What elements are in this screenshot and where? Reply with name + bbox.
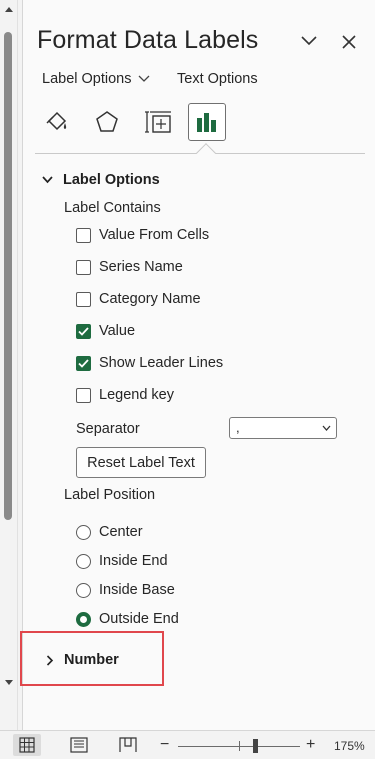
status-bar: − + 175%: [0, 730, 375, 759]
bar-chart-icon: [197, 113, 216, 132]
zoom-out-button[interactable]: −: [160, 736, 169, 754]
radio-label: Inside End: [99, 553, 168, 569]
number-section-header-text: Number: [64, 652, 119, 668]
page-break-preview-button[interactable]: [114, 734, 142, 756]
checkbox-series-name[interactable]: Series Name: [76, 259, 183, 275]
pane-title: Format Data Labels: [37, 26, 259, 54]
zoom-level[interactable]: 175%: [334, 739, 365, 753]
label-options-header[interactable]: Label Options: [42, 172, 160, 188]
chevron-down-icon: [139, 75, 150, 82]
checkmark-icon: [78, 326, 89, 336]
checkbox[interactable]: [76, 227, 91, 243]
checkbox[interactable]: [76, 259, 91, 275]
separator-value: ,: [236, 420, 240, 435]
radio-label: Center: [99, 524, 143, 540]
vertical-scrollbar[interactable]: [0, 0, 18, 730]
tab-label-options-text: Label Options: [42, 71, 132, 87]
label-position-heading: Label Position: [64, 487, 156, 503]
radio-button[interactable]: [76, 553, 91, 569]
radio-button-selected[interactable]: [76, 611, 91, 627]
checkbox-show-leader-lines[interactable]: Show Leader Lines: [76, 355, 223, 371]
separator-label: Separator: [76, 421, 140, 437]
checkbox-label: Category Name: [99, 291, 201, 307]
scroll-down-arrow-icon[interactable]: [3, 676, 15, 688]
effects-tab[interactable]: [88, 103, 126, 141]
radio-label: Inside Base: [99, 582, 175, 598]
label-contains-heading: Label Contains: [64, 200, 161, 216]
chevron-down-icon[interactable]: [299, 33, 319, 49]
checkbox-value[interactable]: Value: [76, 323, 135, 339]
chevron-down-icon: [322, 425, 331, 431]
radio-inside-end[interactable]: Inside End: [76, 553, 168, 569]
checkbox-legend-key[interactable]: Legend key: [76, 387, 174, 403]
grid-icon: [19, 737, 35, 753]
size-properties-icon: [145, 111, 171, 133]
checkbox-label: Value From Cells: [99, 227, 210, 243]
pentagon-icon: [96, 111, 118, 132]
checkbox-label: Value: [99, 323, 136, 339]
chevron-right-icon: [46, 654, 54, 666]
radio-center[interactable]: Center: [76, 524, 143, 540]
label-options-icon-tab[interactable]: [188, 103, 226, 141]
checkbox[interactable]: [76, 387, 91, 403]
checkbox-label: Show Leader Lines: [99, 355, 224, 371]
radio-inside-base[interactable]: Inside Base: [76, 582, 175, 598]
zoom-slider-thumb[interactable]: [253, 739, 258, 753]
label-options-header-text: Label Options: [63, 172, 160, 188]
checkbox-label: Legend key: [99, 387, 174, 403]
normal-view-button[interactable]: [13, 734, 41, 756]
tab-pointer: [196, 143, 216, 163]
checkbox-label: Series Name: [99, 259, 183, 275]
scroll-up-arrow-icon[interactable]: [3, 4, 15, 16]
fill-line-tab[interactable]: [38, 103, 76, 141]
close-icon[interactable]: [341, 34, 357, 50]
checkbox-checked[interactable]: [76, 355, 91, 371]
page-break-icon: [119, 737, 137, 752]
separator-select[interactable]: ,: [229, 417, 337, 439]
checkbox-value-from-cells[interactable]: Value From Cells: [76, 227, 209, 243]
radio-label: Outside End: [99, 611, 179, 627]
page-layout-view-button[interactable]: [65, 734, 93, 756]
checkbox-checked[interactable]: [76, 323, 91, 339]
chevron-down-icon: [42, 176, 53, 184]
tab-label-options[interactable]: Label Options: [42, 71, 150, 87]
number-section-header[interactable]: Number: [46, 652, 119, 668]
reset-label-text-button[interactable]: Reset Label Text: [76, 447, 206, 478]
checkbox-category-name[interactable]: Category Name: [76, 291, 201, 307]
paint-bucket-icon: [46, 111, 67, 131]
format-pane: Format Data Labels Label Options Text Op…: [20, 0, 375, 730]
zoom-in-button[interactable]: +: [306, 736, 315, 754]
radio-button[interactable]: [76, 524, 91, 540]
radio-button[interactable]: [76, 582, 91, 598]
scrollbar-thumb[interactable]: [4, 32, 12, 520]
checkmark-icon: [78, 358, 89, 368]
checkbox[interactable]: [76, 291, 91, 307]
page-layout-icon: [70, 737, 88, 753]
zoom-slider-center-tick: [239, 741, 240, 751]
tab-text-options[interactable]: Text Options: [177, 71, 258, 87]
size-properties-tab[interactable]: [140, 103, 178, 141]
radio-outside-end[interactable]: Outside End: [76, 611, 179, 627]
